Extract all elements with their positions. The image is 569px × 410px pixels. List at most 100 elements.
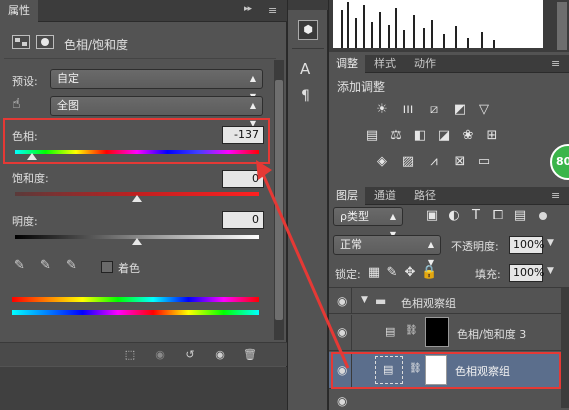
lock-pixels-icon[interactable]: ✎	[385, 265, 399, 281]
tab-layers[interactable]: 图层	[329, 187, 365, 205]
adjustments-tabbar: 调整 样式 动作 ≡	[329, 55, 569, 73]
properties-panel: 属性 ▸▸ ≡ 色相/饱和度 预设: 自定 ▲▼ ☝ 全图 ▲▼ 色相: -13…	[0, 0, 287, 410]
tab-styles[interactable]: 样式	[367, 55, 403, 73]
paragraph-icon[interactable]: ¶	[301, 88, 310, 104]
lock-transparency-icon[interactable]: ▦	[367, 265, 381, 281]
colorize-checkbox[interactable]	[101, 261, 113, 273]
targeted-adjustment-hand-icon[interactable]: ☝	[12, 96, 32, 114]
clip-to-layer-icon[interactable]: ⬚	[120, 346, 140, 364]
lock-position-icon[interactable]: ✥	[403, 265, 417, 281]
photo-filter-icon[interactable]: ◪	[435, 128, 453, 144]
strip-header	[288, 0, 328, 10]
lightness-label: 明度:	[12, 215, 38, 228]
layer-row[interactable]: ◉ ▤ ⛓ 色相/饱和度 3	[329, 315, 569, 351]
black-white-icon[interactable]: ◧	[411, 128, 429, 144]
histogram-scrollbar[interactable]	[557, 2, 567, 50]
filter-smart-object-icon[interactable]: ▤	[511, 208, 529, 224]
vibrance-icon[interactable]: ▽	[475, 102, 493, 118]
folder-icon: ▬	[375, 294, 387, 308]
input-spectrum-bar	[12, 297, 259, 302]
channel-dropdown[interactable]: 全图 ▲ ▼	[50, 96, 263, 128]
brightness-icon[interactable]: ☀	[373, 102, 391, 118]
levels-icon[interactable]: ııı	[399, 102, 417, 118]
lightness-slider-thumb[interactable]	[132, 238, 142, 245]
collapse-icon[interactable]: ▸▸	[244, 4, 252, 14]
filter-toggle-icon[interactable]	[539, 212, 547, 220]
divider	[351, 288, 352, 314]
adjustment-layer-icon[interactable]	[12, 35, 30, 49]
layer-filter-dropdown[interactable]: ρ类型 ▲▼	[333, 207, 403, 239]
preset-value: 自定	[57, 72, 79, 85]
opacity-arrow-icon[interactable]: ▼	[547, 238, 554, 248]
visibility-eye-icon[interactable]: ◉	[337, 394, 347, 408]
eyedropper-icon[interactable]: ✎	[14, 258, 25, 273]
preset-label: 预设:	[12, 75, 38, 88]
color-balance-icon[interactable]: ⚖	[387, 128, 405, 144]
tab-channels[interactable]: 通道	[367, 187, 403, 205]
right-panels: 调整 样式 动作 ≡ 添加调整 ☀ ııı ⧄ ◩ ▽ ▤ ⚖ ◧ ◪ ❀ ⊞ …	[329, 0, 569, 410]
properties-tab[interactable]: 属性	[0, 0, 38, 22]
hue-highlight-box	[3, 118, 270, 164]
visibility-eye-icon[interactable]: ◉	[337, 294, 347, 308]
saturation-slider-thumb[interactable]	[132, 195, 142, 202]
layers-empty-area: ◉	[329, 392, 569, 410]
reset-icon[interactable]: ↺	[180, 346, 200, 364]
histogram-panel	[329, 0, 569, 52]
threshold-icon[interactable]: ⩘	[425, 154, 443, 170]
layer-mask-icon[interactable]	[36, 35, 54, 49]
link-icon[interactable]: ⛓	[405, 325, 418, 336]
layer-name: 色相/饱和度 3	[457, 328, 527, 341]
color-lookup-icon[interactable]: ⊞	[483, 128, 501, 144]
character-icon[interactable]: A	[300, 60, 310, 78]
hue-saturation-icon[interactable]: ▤	[363, 128, 381, 144]
tab-paths[interactable]: 路径	[407, 187, 443, 205]
cube-3d-icon[interactable]: ⬢	[298, 20, 318, 40]
eyedropper-minus-icon[interactable]: ✎	[66, 258, 77, 273]
view-previous-icon[interactable]: ◉	[150, 346, 170, 364]
filter-pixel-icon[interactable]: ▣	[423, 208, 441, 224]
properties-footer: ⬚ ◉ ↺ ◉ 🗑	[0, 342, 287, 366]
lightness-input[interactable]: 0	[222, 211, 264, 229]
delete-trash-icon[interactable]: 🗑	[240, 346, 260, 364]
add-adjustment-heading: 添加调整	[337, 80, 386, 94]
layer-mask-thumbnail[interactable]	[425, 317, 449, 347]
adjustment-layer-icon: ▤	[385, 325, 396, 338]
saturation-label: 饱和度:	[12, 172, 49, 185]
colorize-label: 着色	[118, 262, 140, 275]
exposure-icon[interactable]: ◩	[451, 102, 469, 118]
divider	[4, 58, 276, 59]
preset-dropdown[interactable]: 自定 ▲▼	[50, 69, 263, 101]
visibility-eye-icon[interactable]: ◉	[210, 346, 230, 364]
layer-row[interactable]: ◉ ▼ ▬ 色相观察组	[329, 288, 569, 314]
channel-value: 全图	[57, 99, 79, 112]
visibility-eye-icon[interactable]: ◉	[337, 325, 347, 339]
panel-menu-icon[interactable]: ≡	[551, 57, 560, 70]
filter-shape-icon[interactable]: ⧠	[489, 208, 507, 224]
gradient-map-icon[interactable]: ▭	[475, 154, 493, 170]
tab-actions[interactable]: 动作	[407, 55, 443, 73]
panel-menu-icon[interactable]: ≡	[268, 4, 277, 17]
lock-all-icon[interactable]: 🔒	[421, 265, 437, 281]
tab-adjustments[interactable]: 调整	[329, 55, 365, 73]
blend-mode-dropdown[interactable]: 正常 ▲ ▼	[333, 235, 441, 267]
properties-scrollbar[interactable]	[274, 60, 284, 340]
posterize-icon[interactable]: ▨	[399, 154, 417, 170]
fill-arrow-icon[interactable]: ▼	[547, 266, 554, 276]
filter-type-icon[interactable]: T	[467, 208, 485, 224]
scrollbar-thumb[interactable]	[275, 80, 283, 320]
channel-mixer-icon[interactable]: ❀	[459, 128, 477, 144]
curves-icon[interactable]: ⧄	[425, 102, 443, 118]
fill-input[interactable]: 100%	[509, 264, 544, 282]
eyedropper-plus-icon[interactable]: ✎	[40, 258, 51, 273]
panel-strip: ⬢ A ¶	[288, 0, 328, 410]
opacity-label: 不透明度:	[451, 240, 499, 253]
selective-color-icon[interactable]: ⊠	[451, 154, 469, 170]
saturation-input[interactable]: 0	[222, 170, 264, 188]
opacity-input[interactable]: 100%	[509, 236, 544, 254]
filter-adjustment-icon[interactable]: ◐	[445, 208, 463, 224]
invert-icon[interactable]: ◈	[373, 154, 391, 170]
divider	[351, 315, 352, 351]
expand-arrow-icon[interactable]: ▼	[361, 295, 368, 305]
layers-scrollbar[interactable]	[561, 288, 569, 408]
panel-menu-icon[interactable]: ≡	[551, 189, 560, 202]
